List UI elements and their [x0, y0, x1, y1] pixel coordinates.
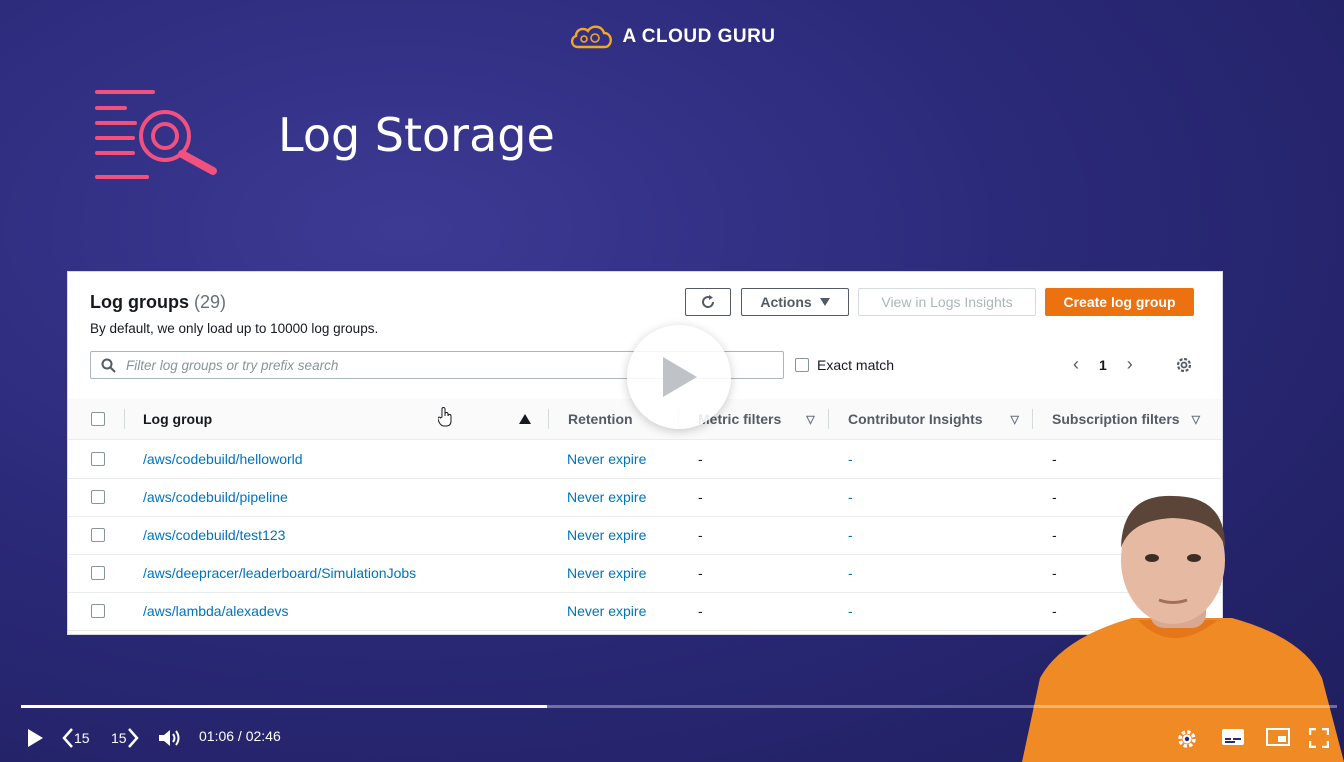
fullscreen-button[interactable] [1309, 728, 1329, 748]
log-group-link[interactable]: /aws/codebuild/helloworld [143, 440, 303, 478]
subscription-filters-value: - [1052, 451, 1057, 467]
metric-filters-value: - [698, 527, 703, 543]
retention-link[interactable]: Never expire [567, 592, 646, 630]
col-subscription-filters-label: Subscription filters [1052, 411, 1180, 427]
log-search-icon [95, 90, 217, 179]
caret-down-icon [819, 298, 830, 306]
chevron-left-icon [62, 728, 73, 748]
panel-header: Log groups (29) By default, we only load… [90, 292, 378, 336]
metric-filters-value: - [698, 565, 703, 581]
refresh-icon [702, 295, 715, 308]
column-divider [828, 409, 829, 429]
cloud-logo-icon [571, 25, 613, 49]
search-icon [101, 358, 116, 373]
filter-caret-icon: ▽ [1010, 413, 1020, 426]
volume-button[interactable] [158, 728, 182, 748]
filter-caret-icon: ▽ [1191, 413, 1201, 426]
retention-link[interactable]: Never expire [567, 478, 646, 516]
panel-title: Log groups (29) [90, 292, 378, 313]
create-log-group-button[interactable]: Create log group [1045, 288, 1194, 316]
contributor-insights-value[interactable]: - [848, 554, 853, 592]
refresh-button[interactable] [685, 288, 731, 316]
contributor-insights-value[interactable]: - [848, 440, 853, 478]
hand-cursor-icon [438, 407, 452, 427]
prev-page-icon[interactable]: ‹ [1073, 354, 1079, 375]
time-label: 01:06 / 02:46 [199, 728, 281, 744]
video-controls: 15 15 01:06 / 02:46 [0, 700, 1344, 762]
metric-filters-value: - [698, 451, 703, 467]
play-icon [28, 729, 43, 747]
col-log-group-label: Log group [143, 411, 213, 427]
skip-forward-button[interactable]: 15 [111, 728, 139, 748]
log-group-link[interactable]: /aws/lambda/alexadevs [143, 592, 289, 630]
skip-forward-label: 15 [111, 730, 127, 746]
column-divider [124, 409, 125, 429]
metric-filters-value: - [698, 603, 703, 619]
captions-icon [1222, 729, 1244, 745]
slide-title: Log Storage [278, 108, 555, 162]
log-group-link[interactable]: /aws/codebuild/pipeline [143, 478, 288, 516]
picture-in-picture-button[interactable] [1266, 728, 1290, 746]
col-subscription-filters[interactable]: Subscription filters ▽ [1052, 399, 1200, 439]
view-in-logs-insights-button[interactable]: View in Logs Insights [858, 288, 1036, 316]
time-display: 01:06 / 02:46 [199, 728, 281, 744]
metric-filters-value: - [698, 489, 703, 505]
picture-in-picture-icon [1266, 728, 1290, 746]
exact-match-label: Exact match [817, 357, 895, 373]
table-settings-icon[interactable] [1175, 356, 1193, 374]
log-group-link[interactable]: /aws/codebuild/test123 [143, 516, 285, 554]
contributor-insights-value[interactable]: - [848, 516, 853, 554]
brand-name: A CLOUD GURU [622, 26, 776, 47]
play-icon [663, 357, 697, 397]
captions-button[interactable] [1221, 728, 1245, 746]
current-page[interactable]: 1 [1099, 357, 1107, 373]
column-divider [548, 409, 549, 429]
play-overlay-button[interactable] [627, 325, 731, 429]
actions-button[interactable]: Actions [741, 288, 849, 316]
row-checkbox[interactable] [91, 604, 105, 618]
actions-label: Actions [760, 294, 812, 310]
filter-caret-icon: ▽ [806, 413, 815, 426]
sort-ascending-icon[interactable] [519, 399, 531, 439]
panel-subtitle: By default, we only load up to 10000 log… [90, 321, 379, 336]
select-all-cell [91, 399, 105, 439]
row-checkbox[interactable] [91, 452, 105, 466]
col-contributor-insights-label: Contributor Insights [848, 411, 983, 427]
panel-title-text: Log groups [90, 292, 189, 312]
skip-back-button[interactable]: 15 [62, 728, 90, 748]
play-button[interactable] [26, 728, 44, 748]
progress-bar[interactable] [21, 705, 1337, 708]
retention-link[interactable]: Never expire [567, 516, 646, 554]
table-row[interactable]: /aws/codebuild/helloworld Never expire -… [68, 440, 1222, 479]
next-page-icon[interactable]: › [1127, 354, 1133, 375]
exact-match-option[interactable]: Exact match [795, 357, 894, 373]
fullscreen-icon [1309, 728, 1329, 748]
chevron-right-icon [127, 728, 139, 748]
retention-link[interactable]: Never expire [567, 554, 646, 592]
column-divider [1032, 409, 1033, 429]
pagination: ‹ 1 › [1073, 354, 1133, 375]
retention-link[interactable]: Never expire [567, 440, 646, 478]
gear-icon [1178, 730, 1196, 748]
contributor-insights-value[interactable]: - [848, 478, 853, 516]
skip-back-label: 15 [74, 730, 90, 746]
row-checkbox[interactable] [91, 566, 105, 580]
log-group-count: (29) [194, 292, 227, 312]
brand-logo: A CLOUD GURU [0, 24, 1344, 50]
volume-icon [159, 730, 180, 746]
exact-match-checkbox[interactable] [795, 358, 809, 372]
col-log-group[interactable]: Log group [143, 399, 212, 439]
select-all-checkbox[interactable] [91, 412, 105, 426]
col-retention[interactable]: Retention [568, 399, 633, 439]
col-retention-label: Retention [568, 411, 633, 427]
log-group-link[interactable]: /aws/deepracer/leaderboard/SimulationJob… [143, 554, 416, 592]
settings-button[interactable] [1176, 728, 1198, 750]
progress-fill [21, 705, 548, 708]
contributor-insights-value[interactable]: - [848, 592, 853, 630]
col-contributor-insights[interactable]: Contributor Insights ▽ [848, 399, 1019, 439]
row-checkbox[interactable] [91, 528, 105, 542]
row-checkbox[interactable] [91, 490, 105, 504]
